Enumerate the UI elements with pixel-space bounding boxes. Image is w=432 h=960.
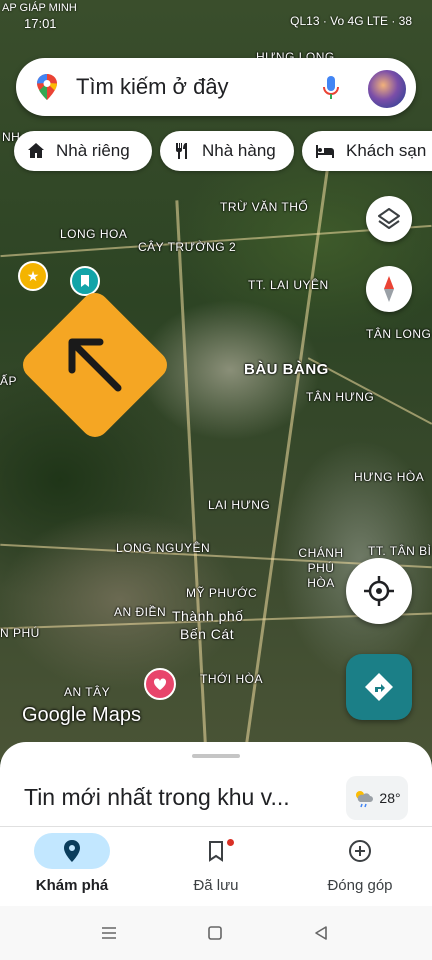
map-label: TT. TÂN BÌ [368,544,432,558]
avatar[interactable] [366,68,408,110]
nav-active-indicator [34,833,110,869]
map-label: Thành phố [172,608,244,624]
map-label: TÂN HƯNG [306,390,375,404]
map-label: TRỪ VĂN THỐ [220,200,309,214]
nav-label: Đóng góp [327,877,393,894]
layers-button[interactable] [366,196,412,242]
microphone-icon[interactable] [320,74,342,102]
road [241,152,332,760]
chip-home[interactable]: Nhà riêng [14,131,152,171]
carrier-label: AP GIÁP MINH [2,2,77,14]
nav-icon-wrap [178,833,254,869]
location-pin-icon [64,840,80,862]
map-label: Bến Cát [180,626,235,642]
starred-place-pin[interactable]: ★ [18,261,48,291]
heart-icon [153,678,167,690]
map-label: ẤP [0,374,18,388]
chip-label: Nhà hàng [202,141,276,160]
recent-apps-icon[interactable] [100,924,118,942]
status-time: 17:01 [24,16,57,31]
map-label: AN TÂY [64,685,111,699]
map-label: N PHÚ [0,626,40,640]
home-icon [28,143,44,158]
status-indicators: QL13 · Vo 4G LTE · 38 [290,14,412,28]
compass-button[interactable] [366,266,412,312]
map-label: MỸ PHƯỚC [186,586,258,600]
bookmark-icon [209,841,223,862]
google-maps-pin-icon [37,74,57,100]
map-label: TT. LAI UYÊN [248,278,329,292]
search-input[interactable]: Tìm kiếm ở đây [76,74,229,100]
chip-hotel[interactable]: Khách sạn [302,131,432,171]
nav-explore[interactable]: Khám phá [2,833,142,894]
nav-contribute[interactable]: Đóng góp [290,833,430,894]
hotel-icon [316,145,334,158]
bookmark-icon [81,275,89,287]
directions-icon [365,673,393,701]
search-bar[interactable]: Tìm kiếm ở đây [16,58,416,116]
chip-restaurant[interactable]: Nhà hàng [160,131,294,171]
map-label: BÀU BÀNG [244,361,329,378]
map-label: CHÁNH PHÚ HÒA [298,546,344,590]
weather-chip[interactable]: 28° [346,776,408,820]
status-bar: AP GIÁP MINH 17:01 QL13 · Vo 4G LTE · 38 [0,0,432,36]
compass-icon [384,276,394,302]
category-chips: Nhà riêng Nhà hàng Khách sạn [14,131,432,173]
restaurant-icon [176,143,187,159]
map-label: LONG NGUYÊN [116,541,211,555]
add-circle-icon [349,840,371,862]
map-label: HƯNG HÒA [354,470,425,484]
notification-dot [227,839,234,846]
google-maps-logo: Google Maps [22,704,141,726]
sheet-title[interactable]: Tin mới nhất trong khu v... [24,784,290,811]
map-label: THỚI HÒA [200,672,263,686]
bottom-navigation: Khám phá Đã lưu Đóng góp [0,826,432,907]
chip-label: Khách sạn [346,141,427,160]
favorite-place-pin[interactable] [144,668,176,700]
home-button-icon[interactable] [206,924,224,942]
back-icon[interactable] [312,924,330,942]
nav-label: Đã lưu [193,877,239,894]
map-label: AN ĐIỀN [114,605,167,619]
nav-saved[interactable]: Đã lưu [146,833,286,894]
system-navigation-bar [0,906,432,960]
directions-button[interactable] [346,654,412,720]
sheet-handle[interactable] [192,754,240,758]
nav-icon-wrap [322,833,398,869]
layers-icon [378,208,400,229]
chip-label: Nhà riêng [56,141,130,160]
weather-temp: 28° [379,790,401,806]
arrow-up-left-icon [68,338,122,392]
saved-place-pin[interactable] [70,266,100,296]
map-label: LAI HƯNG [208,498,271,512]
crosshair-icon [364,576,394,606]
map-label: TÂN LONG [366,327,432,341]
map-label: LONG HOA [60,227,128,241]
cloud-sun-rain-icon [356,791,374,808]
map-label: CÂY TRƯỜNG 2 [138,240,237,254]
nav-label: Khám phá [35,877,109,894]
my-location-button[interactable] [346,558,412,624]
